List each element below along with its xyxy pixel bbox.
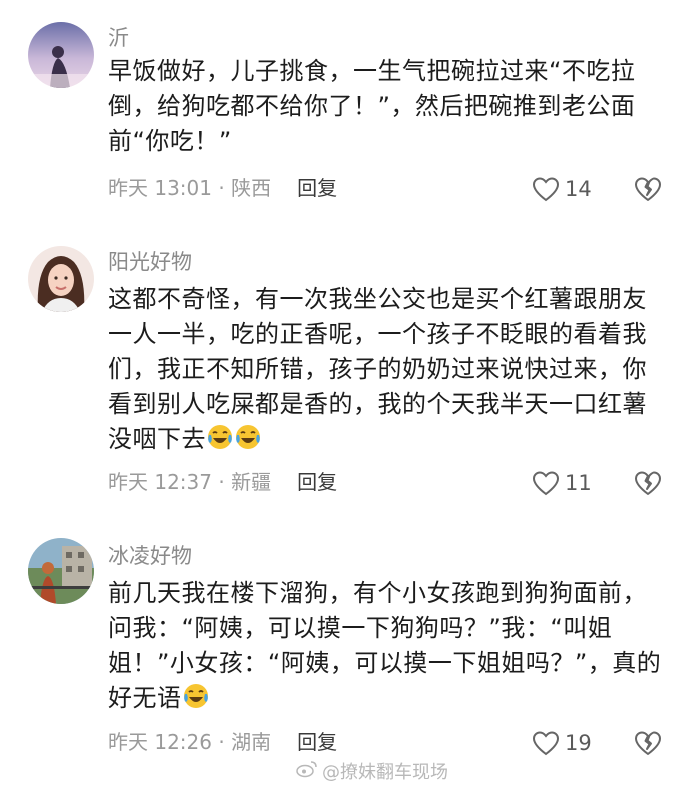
reply-button[interactable]: 回复 <box>297 730 337 754</box>
avatar[interactable] <box>28 246 94 312</box>
comment-item: 沂 早饭做好，儿子挑食，一生气把碗拉过来“不吃拉倒，给狗吃都不给你了！”，然后把… <box>0 0 690 230</box>
like-button[interactable]: 19 <box>532 728 592 758</box>
comment-text: 早饭做好，儿子挑食，一生气把碗拉过来“不吃拉倒，给狗吃都不给你了！”，然后把碗推… <box>108 57 636 155</box>
username[interactable]: 阳光好物 <box>108 248 192 276</box>
reply-button[interactable]: 回复 <box>297 176 337 200</box>
comment-item: 冰凌好物 前几天我在楼下溜狗，有个小女孩跑到狗狗面前，问我：“阿姨，可以摸一下狗… <box>0 520 690 765</box>
avatar[interactable] <box>28 22 94 88</box>
broken-heart-icon <box>635 177 661 201</box>
laughing-crying-emoji <box>206 423 234 461</box>
heart-outline-icon <box>532 471 560 496</box>
comment-text: 前几天我在楼下溜狗，有个小女孩跑到狗狗面前，问我：“阿姨，可以摸一下狗狗吗？”我… <box>108 576 668 720</box>
comment-meta: 昨天 12:37 · 新疆 回复 <box>108 468 337 496</box>
like-button[interactable]: 14 <box>532 174 592 204</box>
username[interactable]: 沂 <box>108 24 129 52</box>
timestamp-location: 昨天 13:01 · 陕西 <box>108 176 272 200</box>
dislike-button[interactable] <box>634 728 662 758</box>
timestamp-location: 昨天 12:26 · 湖南 <box>108 730 272 754</box>
dislike-button[interactable] <box>634 468 662 498</box>
comment-text-content: 这都不奇怪，有一次我坐公交也是买个红薯跟朋友一人一半，吃的正香呢，一个孩子不眨眼… <box>108 285 647 453</box>
like-count: 14 <box>565 177 592 201</box>
comment-item: 阳光好物 这都不奇怪，有一次我坐公交也是买个红薯跟朋友一人一半，吃的正香呢，一个… <box>0 230 690 520</box>
comment-meta: 昨天 13:01 · 陕西 回复 <box>108 174 337 202</box>
laughing-crying-emoji <box>234 423 262 461</box>
comment-text: 这都不奇怪，有一次我坐公交也是买个红薯跟朋友一人一半，吃的正香呢，一个孩子不眨眼… <box>108 282 668 461</box>
like-button[interactable]: 11 <box>532 468 592 498</box>
comment-meta: 昨天 12:26 · 湖南 回复 <box>108 728 337 756</box>
avatar[interactable] <box>28 538 94 604</box>
like-count: 11 <box>565 471 592 495</box>
dislike-button[interactable] <box>634 174 662 204</box>
watermark-text: @撩妹翻车现场 <box>322 762 448 783</box>
weibo-logo-icon <box>296 760 318 783</box>
heart-outline-icon <box>532 177 560 202</box>
timestamp-location: 昨天 12:37 · 新疆 <box>108 470 272 494</box>
watermark: @撩妹翻车现场 <box>296 758 448 784</box>
heart-outline-icon <box>532 731 560 756</box>
reply-button[interactable]: 回复 <box>297 470 337 494</box>
username[interactable]: 冰凌好物 <box>108 542 192 570</box>
laughing-crying-emoji <box>182 682 210 720</box>
broken-heart-icon <box>635 471 661 495</box>
broken-heart-icon <box>635 731 661 755</box>
like-count: 19 <box>565 731 592 755</box>
